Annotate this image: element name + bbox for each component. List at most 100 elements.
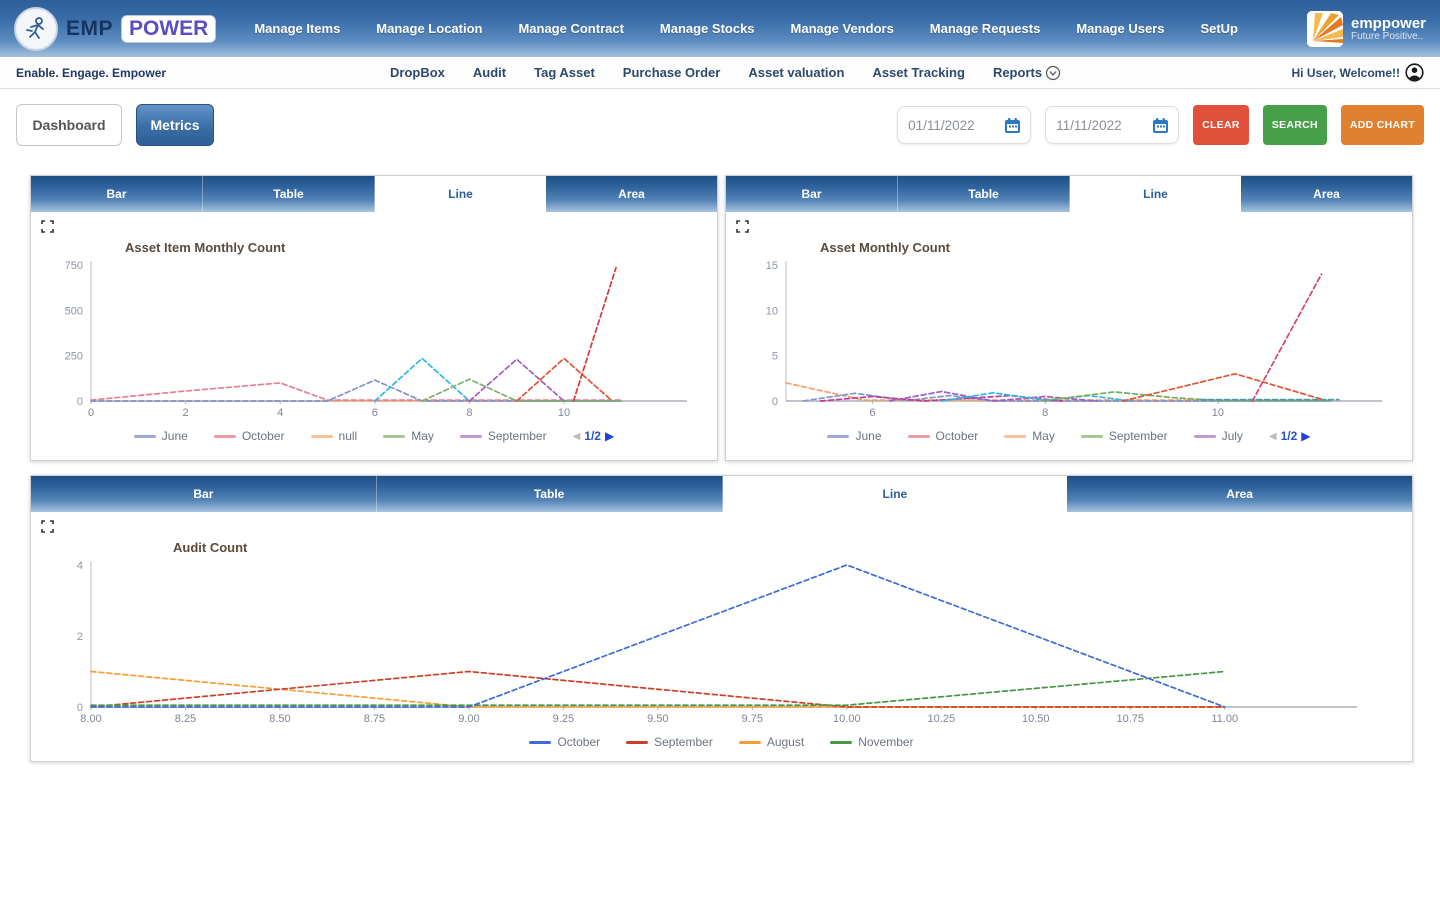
fullscreen-icon[interactable] <box>41 520 54 538</box>
sunburst-icon <box>1306 10 1343 47</box>
search-button[interactable]: SEARCH <box>1262 105 1327 145</box>
tab-table[interactable]: Table <box>376 476 723 512</box>
app-logo[interactable]: EMP POWER <box>14 6 217 51</box>
tab-area[interactable]: Area <box>1241 176 1412 212</box>
legend-swatch <box>310 434 333 438</box>
legend-item: June <box>827 429 882 443</box>
nav-manage-location[interactable]: Manage Location <box>376 21 482 36</box>
date-from-input[interactable] <box>908 117 1001 133</box>
tab-table[interactable]: Table <box>203 176 375 212</box>
legend-swatch <box>827 434 850 438</box>
legend-pager-prev-icon[interactable]: ◀ <box>573 431 581 442</box>
legend-label: October <box>935 429 979 443</box>
svg-text:10.00: 10.00 <box>833 713 861 725</box>
nav-manage-users[interactable]: Manage Users <box>1076 21 1164 36</box>
line-chart: 0248.00 8.25 8.50 8.75 9.00 9.25 9.50 9.75 10.00… <box>77 560 1357 725</box>
add-chart-button[interactable]: ADD CHART <box>1340 105 1424 145</box>
subnav-dropbox[interactable]: DropBox <box>390 65 445 80</box>
svg-text:0: 0 <box>77 396 83 408</box>
svg-text:15: 15 <box>766 260 778 272</box>
dashboard-button[interactable]: Dashboard <box>16 104 122 146</box>
svg-text:9.50: 9.50 <box>647 713 668 725</box>
subnav-tag-asset[interactable]: Tag Asset <box>534 65 595 80</box>
nav-manage-items[interactable]: Manage Items <box>254 21 340 36</box>
metrics-button[interactable]: Metrics <box>136 104 214 146</box>
date-to-field[interactable] <box>1045 106 1180 144</box>
legend-swatch <box>626 740 649 744</box>
date-from-field[interactable] <box>897 106 1032 144</box>
legend-label: May <box>1032 429 1055 443</box>
brand-logo: emppower Future Positive.. <box>1276 10 1426 47</box>
legend-label: September <box>654 735 713 749</box>
subnav-reports-label: Reports <box>992 65 1043 80</box>
sub-nav: Enable. Engage. Empower DropBox Audit Ta… <box>0 57 1440 89</box>
subnav-asset-valuation[interactable]: Asset valuation <box>748 65 844 80</box>
top-nav: EMP POWER Manage Items Manage Location M… <box>0 0 1440 57</box>
legend-swatch <box>1193 434 1216 438</box>
svg-text:10.75: 10.75 <box>1116 713 1144 725</box>
legend-pager-next-icon[interactable]: ▶ <box>1301 429 1310 443</box>
legend-label: October <box>241 429 285 443</box>
legend-pager-prev-icon[interactable]: ◀ <box>1269 431 1277 442</box>
svg-text:250: 250 <box>65 351 83 363</box>
subnav-reports[interactable]: Reports <box>993 65 1061 81</box>
svg-text:8: 8 <box>466 407 472 419</box>
legend-pager: ◀ 1/2 ▶ <box>1269 429 1311 443</box>
legend-label: September <box>1108 429 1168 443</box>
legend-swatch <box>529 740 552 744</box>
clear-button[interactable]: CLEAR <box>1193 105 1249 145</box>
calendar-icon[interactable] <box>1004 117 1021 134</box>
legend-swatch <box>459 434 482 438</box>
svg-text:4: 4 <box>277 407 283 419</box>
svg-text:8: 8 <box>1042 407 1048 419</box>
svg-text:8.75: 8.75 <box>364 713 385 725</box>
legend-label: July <box>1221 429 1243 443</box>
legend-pager-next-icon[interactable]: ▶ <box>605 429 614 443</box>
logo-text-power: POWER <box>121 14 217 43</box>
chart-title: Audit Count <box>173 540 248 555</box>
legend-label: November <box>858 735 914 749</box>
legend-item: August <box>738 735 804 749</box>
subnav-asset-tracking[interactable]: Asset Tracking <box>872 65 965 80</box>
legend-item: November <box>830 735 914 749</box>
legend-label: September <box>487 429 547 443</box>
nav-setup[interactable]: SetUp <box>1200 21 1238 36</box>
svg-text:8.00: 8.00 <box>80 713 101 725</box>
svg-text:0: 0 <box>88 407 94 419</box>
chart-tabs: Bar Table Line Area <box>31 176 717 212</box>
svg-text:0: 0 <box>772 396 778 408</box>
tab-bar[interactable]: Bar <box>31 176 203 212</box>
logo-text-emp: EMP <box>66 16 114 40</box>
legend-label: October <box>557 735 601 749</box>
fullscreen-icon[interactable] <box>736 220 749 238</box>
legend-item: September <box>626 735 713 749</box>
nav-manage-requests[interactable]: Manage Requests <box>930 21 1041 36</box>
svg-text:2: 2 <box>183 407 189 419</box>
svg-text:9.25: 9.25 <box>553 713 574 725</box>
chart-legend: June October May September July ◀ 1/2 ▶ <box>736 429 1402 443</box>
tab-line[interactable]: Line <box>1070 176 1241 212</box>
chevron-down-icon <box>1045 65 1061 80</box>
nav-manage-vendors[interactable]: Manage Vendors <box>791 21 894 36</box>
legend-swatch <box>1004 434 1027 438</box>
svg-text:2: 2 <box>77 631 83 643</box>
line-chart: 0 250 500 750 0 2 4 6 8 10 <box>65 260 687 419</box>
calendar-icon[interactable] <box>1152 117 1169 134</box>
svg-text:4: 4 <box>77 560 83 572</box>
fullscreen-icon[interactable] <box>41 220 54 238</box>
legend-pager-label: 1/2 <box>1280 429 1298 443</box>
tab-bar[interactable]: Bar <box>31 476 377 512</box>
user-icon <box>1405 63 1424 82</box>
subnav-purchase-order[interactable]: Purchase Order <box>623 65 721 80</box>
tab-line[interactable]: Line <box>722 476 1068 512</box>
tab-line[interactable]: Line <box>375 176 546 212</box>
tab-bar[interactable]: Bar <box>726 176 898 212</box>
tab-area[interactable]: Area <box>546 176 717 212</box>
nav-manage-contract[interactable]: Manage Contract <box>518 21 623 36</box>
date-to-input[interactable] <box>1056 117 1149 133</box>
tab-area[interactable]: Area <box>1067 476 1412 512</box>
tab-table[interactable]: Table <box>898 176 1070 212</box>
subnav-audit[interactable]: Audit <box>473 65 506 80</box>
nav-manage-stocks[interactable]: Manage Stocks <box>660 21 755 36</box>
welcome-area[interactable]: Hi User, Welcome!! <box>1292 63 1424 82</box>
